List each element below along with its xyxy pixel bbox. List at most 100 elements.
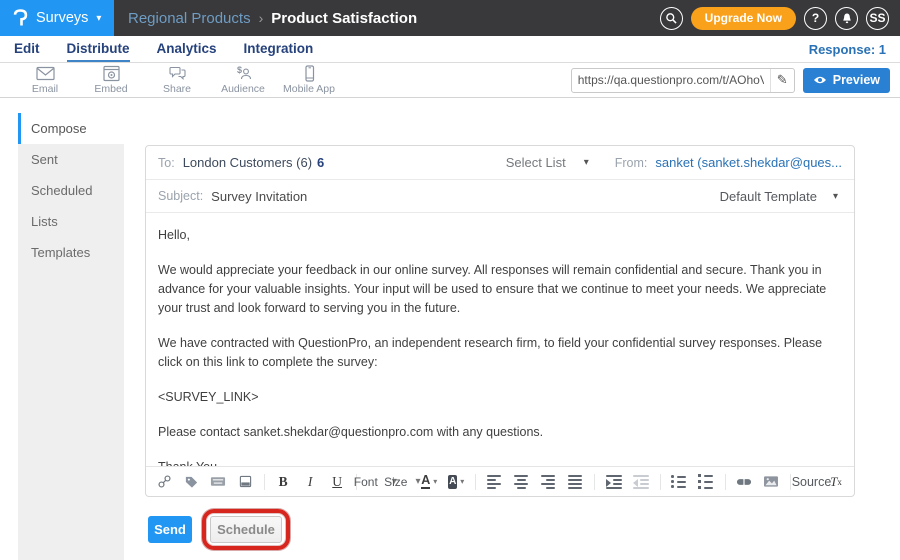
bell-icon bbox=[841, 12, 853, 25]
chevron-down-icon: ▾ bbox=[96, 13, 101, 24]
search-icon bbox=[665, 12, 678, 25]
select-list-label: Select List bbox=[506, 155, 566, 170]
justify-icon bbox=[568, 475, 582, 489]
help-button[interactable]: ? bbox=[804, 7, 827, 30]
decrease-indent-button[interactable] bbox=[633, 475, 649, 489]
breadcrumb-separator: › bbox=[259, 10, 264, 26]
keyboard-shortcuts-button[interactable] bbox=[210, 475, 226, 488]
search-button[interactable] bbox=[660, 7, 683, 30]
sidebar-item-scheduled[interactable]: Scheduled bbox=[18, 175, 124, 206]
response-count[interactable]: Response: 1 bbox=[809, 42, 886, 57]
survey-url-input[interactable] bbox=[572, 73, 770, 87]
to-recipient-count: 6 bbox=[317, 155, 324, 170]
font-family-dropdown[interactable]: Font ▾ bbox=[367, 475, 383, 489]
embed-window-icon bbox=[101, 65, 122, 82]
tab-distribute[interactable]: Distribute bbox=[67, 36, 130, 62]
chevron-down-icon: ▾ bbox=[584, 157, 589, 168]
background-color-icon: A bbox=[448, 475, 457, 489]
align-left-button[interactable] bbox=[486, 475, 502, 489]
channel-mobile-app[interactable]: Mobile App bbox=[276, 65, 342, 95]
body-paragraph: <SURVEY_LINK> bbox=[158, 388, 842, 407]
tab-analytics[interactable]: Analytics bbox=[157, 36, 217, 62]
merge-tag-button[interactable] bbox=[183, 474, 199, 489]
body-paragraph: Hello, bbox=[158, 226, 842, 245]
to-value[interactable]: London Customers (6) bbox=[183, 155, 312, 170]
footer-panel-button[interactable] bbox=[237, 475, 253, 488]
bulleted-list-button[interactable] bbox=[671, 475, 687, 488]
sidebar-item-templates[interactable]: Templates bbox=[18, 237, 124, 268]
numbered-list-button[interactable] bbox=[698, 474, 714, 490]
envelope-icon bbox=[35, 65, 56, 82]
sidebar-item-lists[interactable]: Lists bbox=[18, 206, 124, 237]
select-list-dropdown[interactable]: Select List ▾ bbox=[506, 155, 589, 170]
image-icon bbox=[763, 475, 779, 488]
subject-value[interactable]: Survey Invitation bbox=[211, 189, 307, 204]
email-body-editor[interactable]: Hello, We would appreciate your feedback… bbox=[146, 213, 854, 466]
survey-url-box: ✎ bbox=[571, 68, 795, 93]
template-dropdown[interactable]: Default Template ▾ bbox=[720, 189, 838, 204]
font-size-dropdown[interactable]: Size ▾ bbox=[394, 475, 410, 489]
send-button[interactable]: Send bbox=[148, 516, 192, 543]
tab-edit[interactable]: Edit bbox=[14, 36, 40, 62]
justify-button[interactable] bbox=[567, 475, 583, 489]
outdent-icon bbox=[633, 475, 649, 489]
from-value[interactable]: sanket (sanket.shekdar@ques... bbox=[655, 155, 842, 170]
increase-indent-button[interactable] bbox=[606, 475, 622, 489]
align-center-button[interactable] bbox=[513, 475, 529, 489]
audience-dollar-person-icon: $ bbox=[233, 65, 254, 82]
channel-email[interactable]: Email bbox=[12, 65, 78, 95]
preview-button[interactable]: Preview bbox=[803, 68, 890, 93]
link-filled-icon bbox=[736, 477, 752, 487]
email-sidebar: Compose Sent Scheduled Lists Templates bbox=[18, 113, 124, 560]
bold-button[interactable]: B bbox=[275, 474, 291, 490]
channel-embed[interactable]: Embed bbox=[78, 65, 144, 95]
hyperlink-button[interactable] bbox=[736, 477, 752, 487]
avatar[interactable]: SS bbox=[866, 7, 889, 30]
indent-icon bbox=[606, 475, 622, 489]
survey-tabs: Edit Distribute Analytics Integration bbox=[14, 36, 313, 62]
underline-button[interactable]: U bbox=[329, 474, 345, 490]
subject-label: Subject: bbox=[158, 189, 203, 203]
upgrade-now-button[interactable]: Upgrade Now bbox=[691, 7, 796, 30]
from-field: From: sanket (sanket.shekdar@ques... bbox=[615, 155, 842, 170]
text-color-icon: A bbox=[421, 474, 430, 490]
source-button[interactable]: ɵ Source bbox=[801, 474, 817, 489]
distribute-main: Compose Sent Scheduled Lists Templates T… bbox=[0, 98, 900, 560]
survey-link-tools: ✎ Preview bbox=[571, 68, 890, 93]
sidebar-item-compose[interactable]: Compose bbox=[18, 113, 124, 144]
surveys-menu[interactable]: Surveys ▾ bbox=[0, 0, 114, 36]
align-left-icon bbox=[487, 475, 501, 489]
eye-icon bbox=[813, 75, 827, 85]
header-actions: Upgrade Now ? SS bbox=[660, 7, 889, 30]
italic-button[interactable]: I bbox=[302, 474, 318, 490]
channel-mobile-app-label: Mobile App bbox=[283, 83, 335, 95]
chevron-down-icon: ▾ bbox=[433, 477, 437, 486]
notifications-button[interactable] bbox=[835, 7, 858, 30]
sidebar-item-sent[interactable]: Sent bbox=[18, 144, 124, 175]
schedule-button[interactable]: Schedule bbox=[210, 516, 282, 543]
avatar-initials: SS bbox=[869, 11, 885, 25]
align-right-button[interactable] bbox=[540, 475, 556, 489]
mobile-phone-icon bbox=[299, 65, 320, 82]
tab-integration[interactable]: Integration bbox=[244, 36, 314, 62]
body-paragraph: We have contracted with QuestionPro, an … bbox=[158, 334, 842, 372]
channel-share[interactable]: Share bbox=[144, 65, 210, 95]
questionpro-logo-icon bbox=[13, 8, 28, 28]
align-right-icon bbox=[541, 475, 555, 489]
text-color-button[interactable]: A ▾ bbox=[421, 474, 437, 490]
survey-nav: Edit Distribute Analytics Integration Re… bbox=[0, 36, 900, 63]
panel-icon bbox=[239, 475, 252, 488]
background-color-button[interactable]: A ▾ bbox=[448, 475, 464, 489]
remove-format-button[interactable]: Tx bbox=[828, 474, 844, 490]
channel-audience[interactable]: $ Audience bbox=[210, 65, 276, 95]
size-dropdown-label: Size bbox=[384, 475, 407, 489]
insert-link-button[interactable] bbox=[156, 474, 172, 489]
breadcrumb: Regional Products › Product Satisfaction bbox=[128, 10, 417, 27]
to-label: To: bbox=[158, 156, 175, 170]
help-icon: ? bbox=[812, 11, 819, 25]
breadcrumb-parent[interactable]: Regional Products bbox=[128, 10, 251, 27]
pencil-icon[interactable]: ✎ bbox=[770, 69, 794, 92]
insert-image-button[interactable] bbox=[763, 475, 779, 488]
from-label: From: bbox=[615, 156, 648, 170]
to-row: To: London Customers (6) 6 Select List ▾… bbox=[146, 146, 854, 180]
